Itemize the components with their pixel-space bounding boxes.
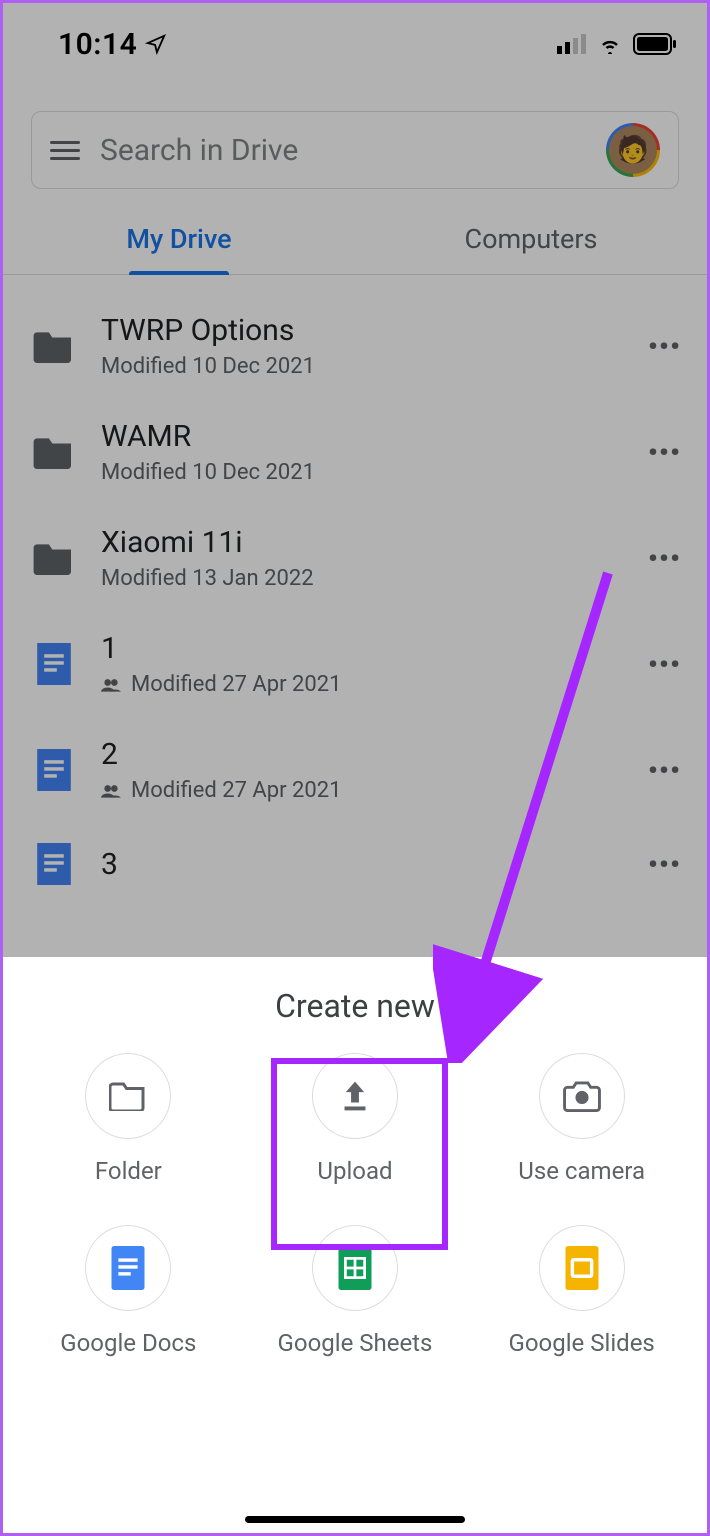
status-time: 10:14 xyxy=(58,27,167,62)
file-name: 1 xyxy=(101,631,626,666)
file-info: WAMR Modified 10 Dec 2021 xyxy=(101,419,626,485)
account-avatar[interactable]: 🧑 xyxy=(606,123,660,177)
create-option-label: Folder xyxy=(95,1157,162,1185)
more-options-icon[interactable]: ••• xyxy=(648,848,681,881)
file-subtitle: Modified 13 Jan 2022 xyxy=(101,566,626,591)
clock-text: 10:14 xyxy=(58,27,137,62)
folder-icon xyxy=(29,435,79,469)
gdocs-icon xyxy=(85,1225,171,1311)
file-name: 3 xyxy=(101,847,626,882)
more-options-icon[interactable]: ••• xyxy=(648,330,681,363)
tab-computers[interactable]: Computers xyxy=(355,203,707,274)
create-option-label: Use camera xyxy=(518,1157,645,1185)
location-arrow-icon xyxy=(145,33,167,55)
gslides-icon xyxy=(539,1225,625,1311)
folder-icon xyxy=(29,329,79,363)
create-option-google-docs[interactable]: Google Docs xyxy=(15,1225,242,1357)
wifi-icon xyxy=(597,34,623,54)
status-icons xyxy=(557,33,677,55)
file-name: 2 xyxy=(101,737,626,772)
search-bar[interactable]: Search in Drive 🧑 xyxy=(31,111,679,189)
create-option-folder[interactable]: Folder xyxy=(15,1053,242,1185)
create-option-label: Google Slides xyxy=(509,1329,655,1357)
create-option-label: Google Sheets xyxy=(278,1329,433,1357)
file-info: TWRP Options Modified 10 Dec 2021 xyxy=(101,313,626,379)
create-new-sheet: Create new Folder Upload Use camera Google … xyxy=(3,957,707,1533)
upload-icon xyxy=(312,1053,398,1139)
sheet-title: Create new xyxy=(3,987,707,1025)
document-icon xyxy=(29,749,79,791)
file-subtitle: Modified 27 Apr 2021 xyxy=(101,778,626,803)
file-info: 2 Modified 27 Apr 2021 xyxy=(101,737,626,803)
file-name: Xiaomi 11i xyxy=(101,525,626,560)
file-row[interactable]: Xiaomi 11i Modified 13 Jan 2022 ••• xyxy=(3,505,707,611)
battery-icon xyxy=(633,33,677,55)
home-indicator[interactable] xyxy=(245,1516,465,1523)
more-options-icon[interactable]: ••• xyxy=(648,436,681,469)
more-options-icon[interactable]: ••• xyxy=(648,754,681,787)
file-row[interactable]: TWRP Options Modified 10 Dec 2021 ••• xyxy=(3,293,707,399)
file-row[interactable]: 3 ••• xyxy=(3,823,707,905)
create-option-google-sheets[interactable]: Google Sheets xyxy=(242,1225,469,1357)
file-subtitle: Modified 27 Apr 2021 xyxy=(101,672,626,697)
create-option-upload[interactable]: Upload xyxy=(242,1053,469,1185)
more-options-icon[interactable]: ••• xyxy=(648,648,681,681)
tab-bar: My Drive Computers xyxy=(3,203,707,275)
create-option-label: Google Docs xyxy=(60,1329,196,1357)
file-name: TWRP Options xyxy=(101,313,626,348)
file-row[interactable]: 2 Modified 27 Apr 2021 ••• xyxy=(3,717,707,823)
create-option-label: Upload xyxy=(317,1157,392,1185)
file-list: TWRP Options Modified 10 Dec 2021 ••• WAMR M… xyxy=(3,293,707,905)
file-row[interactable]: 1 Modified 27 Apr 2021 ••• xyxy=(3,611,707,717)
more-options-icon[interactable]: ••• xyxy=(648,542,681,575)
file-row[interactable]: WAMR Modified 10 Dec 2021 ••• xyxy=(3,399,707,505)
file-info: 3 xyxy=(101,847,626,882)
camera-icon xyxy=(539,1053,625,1139)
create-option-google-slides[interactable]: Google Slides xyxy=(468,1225,695,1357)
folder-outline-icon xyxy=(85,1053,171,1139)
create-option-use-camera[interactable]: Use camera xyxy=(468,1053,695,1185)
menu-icon[interactable] xyxy=(50,141,80,160)
file-info: 1 Modified 27 Apr 2021 xyxy=(101,631,626,697)
folder-icon xyxy=(29,541,79,575)
document-icon xyxy=(29,843,79,885)
gsheets-icon xyxy=(312,1225,398,1311)
tab-my-drive[interactable]: My Drive xyxy=(3,203,355,274)
file-name: WAMR xyxy=(101,419,626,454)
file-subtitle: Modified 10 Dec 2021 xyxy=(101,460,626,485)
file-info: Xiaomi 11i Modified 13 Jan 2022 xyxy=(101,525,626,591)
file-subtitle: Modified 10 Dec 2021 xyxy=(101,354,626,379)
status-bar: 10:14 xyxy=(3,3,707,63)
cellular-icon xyxy=(557,34,587,54)
search-input[interactable]: Search in Drive xyxy=(100,133,586,168)
document-icon xyxy=(29,643,79,685)
